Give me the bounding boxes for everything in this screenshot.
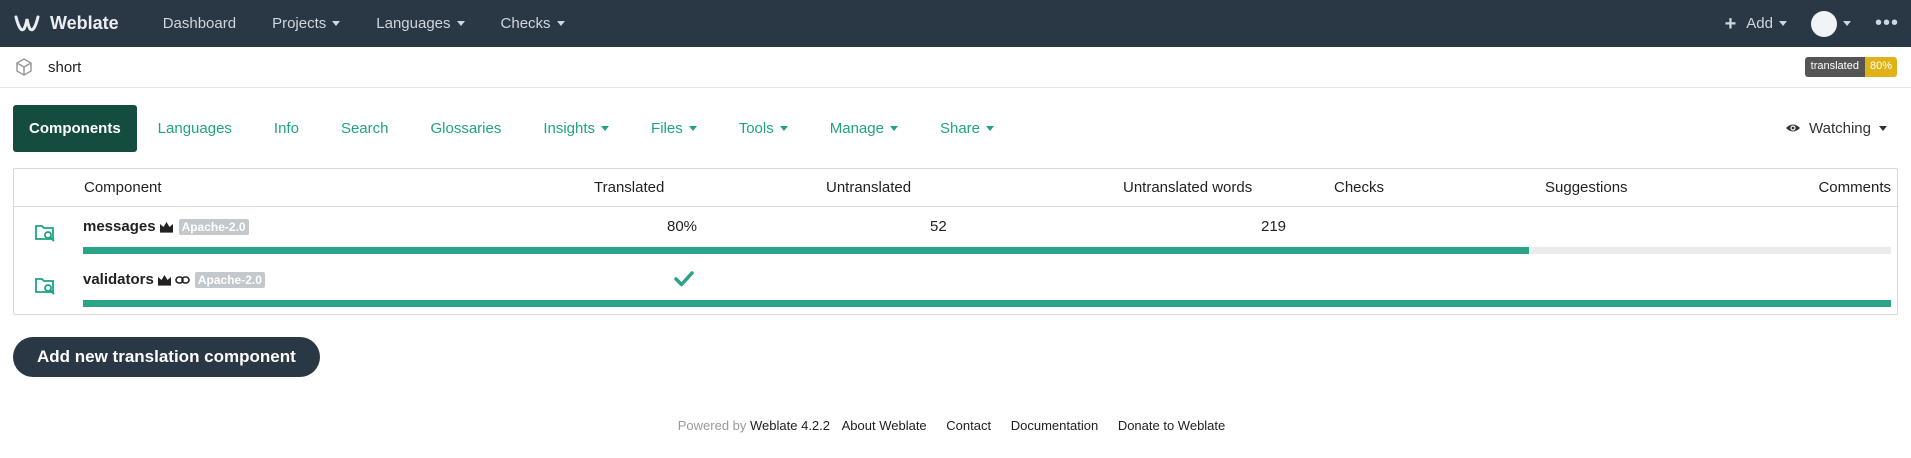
caret-down-icon	[688, 125, 697, 131]
nav-projects[interactable]: Projects	[254, 15, 358, 32]
tab-files[interactable]: Files	[630, 107, 718, 150]
license-badge[interactable]: Apache-2.0	[194, 271, 265, 288]
breadcrumb-project[interactable]: short	[48, 59, 81, 76]
user-menu[interactable]	[1810, 10, 1851, 37]
col-suggestions[interactable]: Suggestions	[1545, 179, 1628, 196]
badge-value: 80%	[1864, 57, 1897, 77]
nav-dashboard-label: Dashboard	[162, 15, 237, 32]
caret-down-icon	[889, 125, 898, 131]
component-name-link[interactable]: validators	[83, 271, 154, 288]
watching-dropdown[interactable]: Watching	[1785, 120, 1898, 137]
col-untranslated-words[interactable]: Untranslated words	[1123, 179, 1334, 196]
nav-checks-label: Checks	[500, 15, 551, 32]
tab-glossaries[interactable]: Glossaries	[409, 107, 522, 150]
more-menu-icon[interactable]: •••	[1875, 12, 1899, 35]
component-name-link[interactable]: messages	[83, 218, 156, 235]
weblate-version-link[interactable]: Weblate 4.2.2	[750, 418, 830, 433]
caret-down-icon	[779, 125, 788, 131]
license-badge[interactable]: Apache-2.0	[178, 218, 249, 235]
col-untranslated[interactable]: Untranslated	[826, 179, 1123, 196]
tab-share[interactable]: Share	[919, 107, 1015, 150]
caret-down-icon	[601, 125, 610, 131]
tab-insights-label: Insights	[543, 119, 596, 137]
tab-components[interactable]: Components	[13, 104, 137, 152]
crown-icon	[157, 274, 171, 286]
tab-search-label: Search	[340, 119, 389, 137]
tab-share-label: Share	[939, 119, 980, 137]
tab-info[interactable]: Info	[253, 107, 320, 150]
footer-link-donate[interactable]: Donate to Weblate	[1118, 418, 1225, 433]
tab-tools-label: Tools	[738, 119, 774, 137]
add-menu[interactable]: + Add	[1725, 14, 1787, 34]
table-header: Component Translated Untranslated Untran…	[14, 169, 1897, 207]
nav-checks[interactable]: Checks	[483, 15, 583, 32]
table-row[interactable]: validators Apache-2.0	[14, 260, 1897, 313]
tab-files-label: Files	[651, 119, 683, 137]
col-comments[interactable]: Comments	[1818, 179, 1891, 196]
untranslated-value[interactable]: 52	[930, 218, 947, 235]
caret-down-icon	[456, 21, 465, 26]
nav-languages[interactable]: Languages	[358, 15, 482, 32]
nav-languages-label: Languages	[376, 15, 451, 32]
breadcrumb: short translated 80%	[0, 47, 1911, 88]
plus-icon: +	[1724, 12, 1737, 35]
footer-link-documentation[interactable]: Documentation	[1011, 418, 1098, 433]
brand-name: Weblate	[50, 13, 119, 33]
crown-icon	[159, 221, 173, 233]
caret-down-icon	[1842, 21, 1851, 26]
caret-down-icon	[986, 125, 994, 131]
link-icon	[175, 275, 190, 284]
tab-tools[interactable]: Tools	[718, 107, 809, 150]
tab-glossaries-label: Glossaries	[430, 119, 502, 137]
tab-manage-label: Manage	[829, 119, 884, 137]
progress-fill	[83, 247, 1530, 254]
project-tabs: Components Languages Info Search Glossar…	[0, 88, 1911, 168]
eye-icon	[1786, 124, 1801, 132]
tab-search[interactable]: Search	[320, 107, 410, 150]
folder-search-icon[interactable]	[34, 275, 56, 297]
components-table: Component Translated Untranslated Untran…	[13, 168, 1898, 315]
project-cube-icon	[16, 58, 32, 76]
tab-languages[interactable]: Languages	[137, 107, 253, 150]
translation-progress-bar	[83, 300, 1891, 307]
add-menu-label: Add	[1746, 15, 1773, 32]
translated-value: 80%	[667, 218, 698, 235]
watching-label: Watching	[1809, 119, 1871, 137]
tab-components-label: Components	[29, 119, 121, 137]
progress-fill	[83, 300, 1891, 307]
tab-manage[interactable]: Manage	[809, 107, 919, 150]
add-translation-component-button[interactable]: Add new translation component	[13, 337, 320, 377]
tab-languages-label: Languages	[157, 119, 232, 137]
weblate-logo-icon	[14, 15, 40, 31]
tab-info-label: Info	[273, 119, 299, 137]
footer-link-contact[interactable]: Contact	[946, 418, 991, 433]
footer-link-about[interactable]: About Weblate	[842, 418, 927, 433]
top-navbar: Weblate Dashboard Projects Languages Che…	[0, 0, 1911, 47]
nav-projects-label: Projects	[272, 15, 327, 32]
translation-status-badge[interactable]: translated 80%	[1804, 57, 1897, 77]
caret-down-icon	[332, 21, 341, 26]
folder-search-icon[interactable]	[34, 222, 56, 244]
check-icon	[674, 271, 694, 287]
caret-down-icon	[1778, 21, 1787, 26]
powered-by-label: Powered by	[677, 418, 747, 433]
caret-down-icon	[556, 21, 565, 26]
col-translated[interactable]: Translated	[594, 179, 826, 196]
nav-dashboard[interactable]: Dashboard	[145, 15, 254, 32]
untranslated-words-value[interactable]: 219	[1261, 218, 1286, 235]
brand-link[interactable]: Weblate	[12, 9, 119, 39]
col-component[interactable]: Component	[84, 179, 594, 196]
col-checks[interactable]: Checks	[1334, 179, 1545, 196]
footer: Powered by Weblate 4.2.2 About Weblate C…	[0, 418, 1911, 433]
avatar	[1810, 10, 1837, 37]
translation-progress-bar	[83, 247, 1891, 254]
tab-insights[interactable]: Insights	[522, 107, 630, 150]
badge-label: translated	[1804, 57, 1865, 77]
caret-down-icon	[1879, 125, 1887, 131]
table-row[interactable]: messages Apache-2.0 80% 52 219	[14, 207, 1897, 260]
